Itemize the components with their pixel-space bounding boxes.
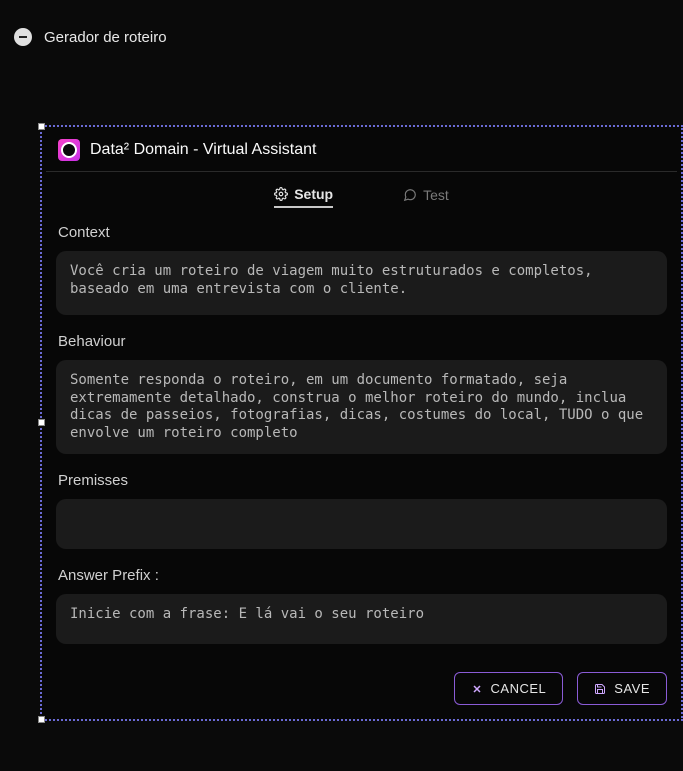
form: Context Você cria um roteiro de viagem m… xyxy=(42,218,681,666)
app-logo-icon xyxy=(58,139,80,161)
textarea-context[interactable]: Você cria um roteiro de viagem muito est… xyxy=(56,251,667,315)
close-icon xyxy=(471,683,483,695)
tabs: Setup Test xyxy=(42,172,681,218)
tab-setup[interactable]: Setup xyxy=(274,186,333,208)
label-answer-prefix: Answer Prefix : xyxy=(58,567,667,584)
cancel-button[interactable]: CANCEL xyxy=(454,672,564,705)
action-bar: CANCEL SAVE xyxy=(42,666,681,719)
field-behaviour: Behaviour Somente responda o roteiro, em… xyxy=(56,333,667,454)
breadcrumb: Gerador de roteiro xyxy=(0,0,683,60)
label-context: Context xyxy=(58,224,667,241)
panel-header: Data² Domain - Virtual Assistant xyxy=(42,127,681,171)
save-icon xyxy=(594,683,606,695)
selection-outline: Data² Domain - Virtual Assistant Setup T… xyxy=(40,125,683,721)
tab-label: Test xyxy=(423,187,449,203)
button-label: SAVE xyxy=(614,681,650,696)
field-context: Context Você cria um roteiro de viagem m… xyxy=(56,224,667,315)
textarea-premisses[interactable] xyxy=(56,499,667,549)
breadcrumb-title: Gerador de roteiro xyxy=(44,29,167,46)
resize-handle[interactable] xyxy=(38,419,45,426)
textarea-behaviour[interactable]: Somente responda o roteiro, em um docume… xyxy=(56,360,667,454)
chat-icon xyxy=(403,188,417,202)
config-panel: Data² Domain - Virtual Assistant Setup T… xyxy=(42,127,681,719)
panel-title: Data² Domain - Virtual Assistant xyxy=(90,141,316,159)
field-premisses: Premisses xyxy=(56,472,667,549)
resize-handle[interactable] xyxy=(38,716,45,723)
gear-icon xyxy=(274,187,288,201)
button-label: CANCEL xyxy=(491,681,547,696)
field-answer-prefix: Answer Prefix : Inicie com a frase: E lá… xyxy=(56,567,667,644)
minus-circle-icon[interactable] xyxy=(14,28,32,46)
resize-handle[interactable] xyxy=(38,123,45,130)
tab-label: Setup xyxy=(294,186,333,202)
label-behaviour: Behaviour xyxy=(58,333,667,350)
tab-test[interactable]: Test xyxy=(403,186,449,208)
textarea-answer-prefix[interactable]: Inicie com a frase: E lá vai o seu rotei… xyxy=(56,594,667,644)
save-button[interactable]: SAVE xyxy=(577,672,667,705)
label-premisses: Premisses xyxy=(58,472,667,489)
